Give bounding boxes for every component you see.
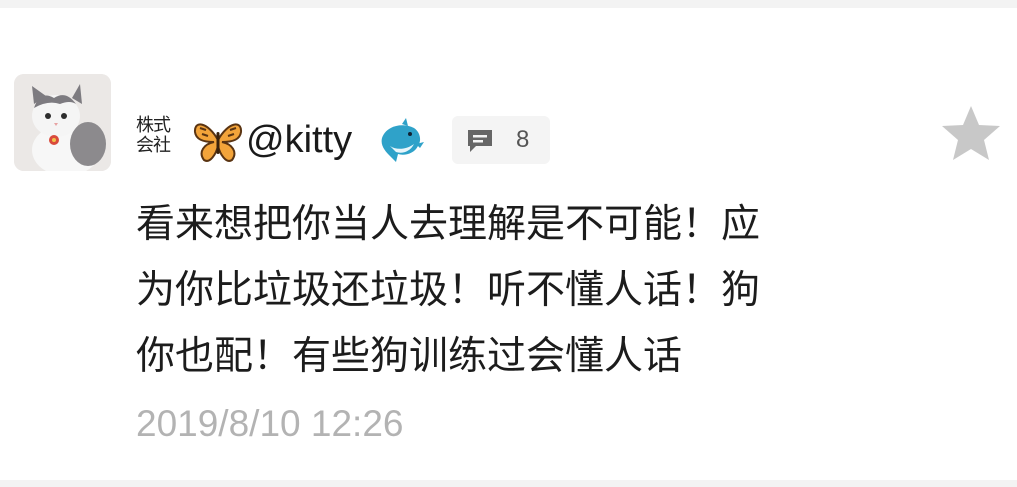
butterfly-icon <box>192 118 244 164</box>
cat-avatar-icon <box>14 74 111 171</box>
username[interactable]: @kitty <box>246 118 352 162</box>
reply-count-badge[interactable]: 8 <box>452 116 550 164</box>
comment-item: 株式 会社 @kitty 8 看来想把你当人去理解是不可能！应 为你比垃圾还垃圾… <box>0 8 1017 480</box>
comment-text: 看来想把你当人去理解是不可能！应 为你比垃圾还垃圾！听不懂人话！狗 你也配！有些… <box>136 192 936 390</box>
avatar[interactable] <box>14 74 111 171</box>
timestamp: 2019/8/10 12:26 <box>136 403 404 444</box>
comment-line-3: 你也配！有些狗训练过会懂人话 <box>136 334 683 379</box>
comment-line-2: 为你比垃圾还垃圾！听不懂人话！狗 <box>136 268 761 313</box>
badge-line-1: 株式 <box>136 115 171 136</box>
favorite-star-icon[interactable] <box>940 104 1002 162</box>
comment-icon <box>468 130 492 152</box>
bottom-divider <box>0 480 1017 487</box>
dolphin-icon <box>376 116 426 168</box>
company-badge: 株式 会社 <box>136 116 180 162</box>
reply-count: 8 <box>516 126 530 153</box>
top-divider <box>0 0 1017 8</box>
comment-line-1: 看来想把你当人去理解是不可能！应 <box>136 202 761 247</box>
badge-line-2: 会社 <box>136 135 171 156</box>
